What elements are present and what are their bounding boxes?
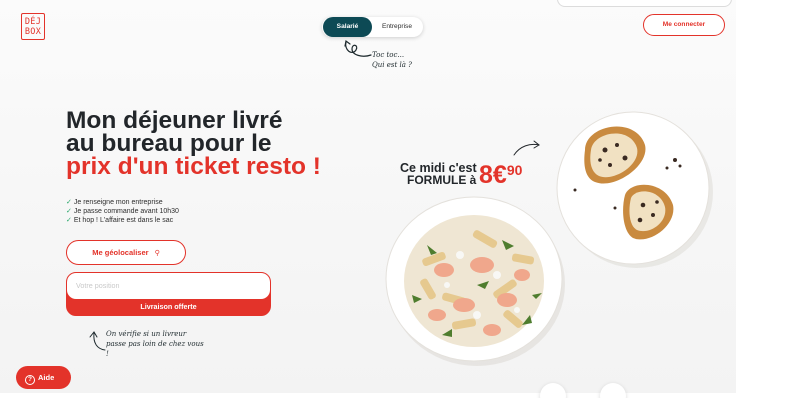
benefits-list: ✓ Je renseigne mon entreprise ✓ Je passe c… [66,198,179,225]
page-margin [736,0,794,398]
cake-plate-image [556,111,713,268]
headline-line-3: prix d'un ticket resto ! [66,153,321,180]
check-icon: ✓ [66,217,72,224]
top-dropdown-tab[interactable] [557,0,732,7]
pasta-bowl-image [385,196,565,366]
headline-line-2: au bureau pour le [66,130,272,157]
geolocate-button[interactable]: Me géolocaliser ⚲ [66,240,186,265]
promo-price: 8€90 [479,162,522,188]
list-item: ✓ Je renseigne mon entreprise [66,198,179,207]
swoosh-arrow-icon [513,140,540,156]
audience-toggle: Salarié Entreprise [322,17,423,37]
note-line: Toc toc... [372,51,405,59]
toggle-entreprise[interactable]: Entreprise [372,17,422,37]
check-icon: ✓ [66,208,72,215]
dejbox-logo[interactable]: DÉJ BOX [21,13,45,40]
help-label: Aide [38,373,55,382]
list-item: ✓ Et hop ! L'affaire est dans le sac [66,216,179,225]
hero-headline: Mon déjeuner livré au bureau pour le pri… [66,107,366,180]
note-line: passe pas loin de chez vous [106,340,204,348]
position-input[interactable]: Votre position [67,273,270,299]
note-line: ! [106,350,109,358]
price-euros: 8€ [479,161,507,189]
logo-text-bottom: BOX [24,27,42,37]
curly-arrow-icon [344,39,372,57]
logo-text-top: DÉJ [24,17,42,27]
free-delivery-button[interactable]: Livraison offerte [67,299,270,315]
promo-line-2: FORMULE à [407,173,477,187]
promo-banner: Ce midi c'est FORMULE à 8€90 [400,162,522,188]
list-item: ✓ Je passe commande avant 10h30 [66,207,179,216]
list-item-text: Et hop ! L'affaire est dans le sac [73,217,174,224]
geolocate-label: Me géolocaliser [92,248,149,257]
headline-line-1: Mon déjeuner livré [66,107,283,134]
login-button[interactable]: Me connecter [643,14,725,36]
check-icon: ✓ [66,199,72,206]
list-item-text: Je renseigne mon entreprise [73,199,163,206]
note-line: On vérifie si un livreur [106,330,187,338]
help-button[interactable]: ? Aide [16,366,71,389]
position-form: Votre position Livraison offerte [66,272,271,316]
location-pin-icon: ⚲ [154,250,160,257]
curved-arrow-icon [89,331,106,351]
handwritten-note-top: Toc toc... Qui est là ? [372,50,412,70]
position-placeholder: Votre position [76,281,120,290]
question-circle-icon: ? [25,375,35,385]
handwritten-note-bottom: On vérifie si un livreur passe pas loin … [106,329,204,359]
landing-page: DÉJ BOX Salarié Entreprise Me connecter … [0,0,794,398]
toggle-salarie[interactable]: Salarié [323,17,372,37]
price-cents: 90 [506,162,523,178]
list-item-text: Je passe commande avant 10h30 [73,208,179,215]
note-line: Qui est là ? [372,61,412,69]
